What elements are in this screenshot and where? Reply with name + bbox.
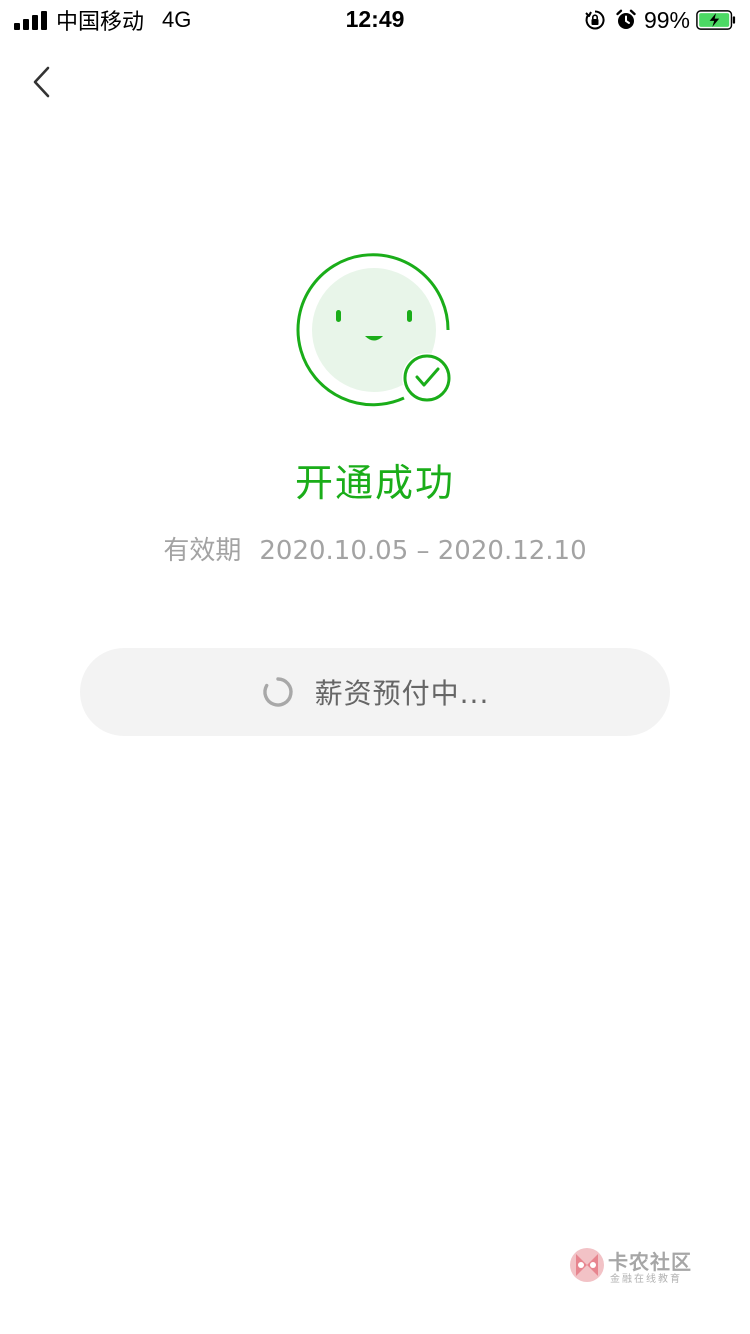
smiley-check-icon (296, 253, 452, 407)
kanong-logo-icon (570, 1248, 604, 1282)
status-text: 薪资预付中... (314, 677, 490, 710)
watermark: 卡农社区 金融在线教育 (568, 1244, 698, 1288)
salary-advance-status: 薪资预付中... (80, 648, 670, 736)
status-bar: 中国移动 4G 12:49 99% (0, 0, 750, 40)
loading-spinner-icon (262, 677, 293, 707)
watermark-subtitle: 金融在线教育 (610, 1274, 682, 1285)
orientation-lock-icon (585, 10, 605, 30)
chevron-left-icon (33, 66, 50, 98)
alarm-icon (616, 9, 636, 29)
battery-percent: 99% (643, 6, 690, 33)
screen: 中国移动 4G 12:49 99% 开通成功 有效期 2020.10.05 – … (0, 0, 750, 1334)
validity-label: 有效期 (163, 536, 242, 566)
validity-range: 2020.10.05 – 2020.12.10 (259, 536, 587, 566)
status-bar-right: 99% (584, 6, 736, 34)
success-title: 开通成功 (294, 461, 455, 505)
back-button[interactable] (22, 62, 62, 102)
battery-charging-icon (696, 10, 736, 30)
validity-period: 有效期 2020.10.05 – 2020.12.10 (0, 530, 750, 567)
